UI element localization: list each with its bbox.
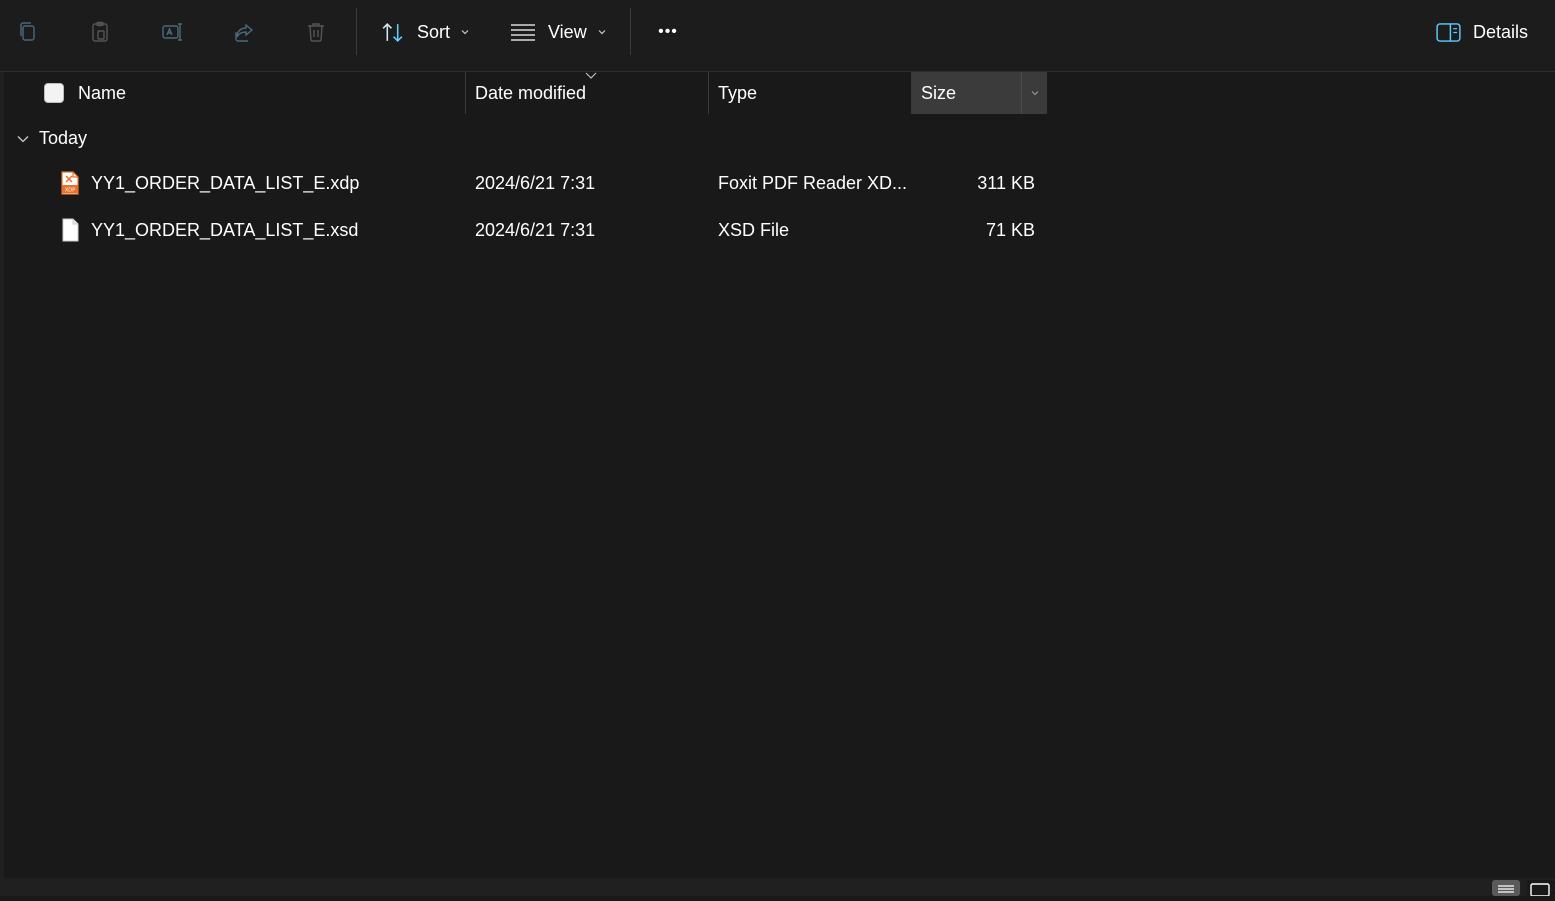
file-name: YY1_ORDER_DATA_LIST_E.xsd — [91, 219, 359, 240]
xdp-file-icon: XDP — [61, 171, 79, 195]
view-label: View — [548, 21, 587, 42]
more-options-button[interactable]: ••• — [648, 13, 688, 51]
chevron-down-icon — [461, 30, 469, 35]
column-type-label: Type — [718, 82, 758, 103]
file-type: XSD File — [718, 219, 790, 240]
status-bar — [0, 878, 1555, 896]
chevron-down-icon — [598, 30, 606, 35]
column-name-label: Name — [78, 82, 127, 103]
copy-button[interactable] — [8, 13, 48, 51]
column-date-label: Date modified — [475, 82, 587, 103]
column-header-date-modified[interactable]: Date modified — [465, 72, 708, 114]
paste-icon — [92, 21, 108, 42]
select-all-checkbox[interactable] — [44, 83, 64, 103]
details-label: Details — [1473, 21, 1529, 42]
details-view-icon — [1498, 885, 1514, 893]
details-pane-button[interactable]: Details — [1436, 13, 1528, 51]
share-icon — [235, 23, 254, 42]
file-date: 2024/6/21 7:31 — [475, 172, 596, 193]
file-list-pane: Name Date modified Type Size Today XDP Y… — [0, 72, 1555, 878]
chevron-down-icon — [1031, 91, 1039, 96]
size-filter-dropdown[interactable] — [1021, 72, 1048, 114]
column-header-type[interactable]: Type — [708, 72, 911, 114]
details-pane-icon — [1436, 22, 1461, 42]
blank-file-icon — [62, 218, 79, 242]
sort-icon — [382, 22, 403, 42]
sort-label: Sort — [417, 21, 451, 42]
toolbar-separator — [630, 8, 631, 55]
view-button[interactable]: View — [510, 13, 607, 51]
command-bar: Sort View ••• Details — [0, 0, 1555, 72]
toolbar-separator — [356, 8, 357, 55]
tiles-view-toggle[interactable] — [1527, 880, 1555, 897]
file-size: 311 KB — [977, 172, 1035, 193]
column-header-row: Name Date modified Type Size — [4, 72, 1555, 114]
copy-icon — [20, 22, 35, 41]
paste-button[interactable] — [80, 13, 120, 51]
group-header-today[interactable]: Today — [16, 128, 87, 149]
delete-icon — [308, 23, 324, 42]
file-row[interactable]: YY1_ORDER_DATA_LIST_E.xsd 2024/6/21 7:31… — [8, 207, 1051, 253]
column-size-label-wrap: Size — [911, 72, 1021, 114]
tiles-view-icon — [1530, 883, 1550, 897]
file-type: Foxit PDF Reader XD... — [718, 172, 908, 193]
rename-button[interactable] — [152, 13, 192, 51]
share-button[interactable] — [224, 13, 264, 51]
column-header-size[interactable]: Size — [911, 72, 1047, 114]
delete-button[interactable] — [296, 13, 336, 51]
sort-button[interactable]: Sort — [380, 13, 470, 51]
chevron-down-icon — [17, 135, 29, 142]
column-size-label: Size — [921, 82, 957, 103]
file-date: 2024/6/21 7:31 — [475, 219, 596, 240]
file-size: 71 KB — [985, 219, 1035, 240]
file-row[interactable]: XDP YY1_ORDER_DATA_LIST_E.xdp 2024/6/21 … — [8, 160, 1051, 206]
view-list-icon — [511, 24, 535, 41]
column-header-name[interactable]: Name — [68, 72, 464, 114]
svg-text:XDP: XDP — [65, 188, 75, 194]
group-label: Today — [39, 128, 88, 148]
file-name: YY1_ORDER_DATA_LIST_E.xdp — [91, 172, 360, 193]
more-icon: ••• — [658, 23, 678, 40]
rename-icon — [162, 23, 182, 41]
details-view-toggle[interactable] — [1492, 880, 1520, 896]
